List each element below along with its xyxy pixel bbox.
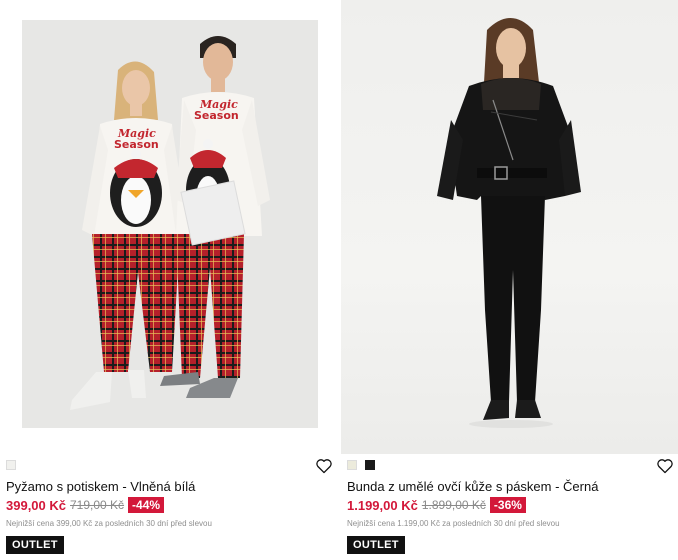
jacket-model-illustration — [437, 18, 581, 428]
color-swatch-white[interactable] — [6, 460, 16, 470]
product-card-jacket[interactable]: Bunda z umělé ovčí kůže s páskem - Černá… — [341, 0, 678, 560]
pajama-models-illustration: Magic Season Magic Season — [70, 36, 270, 410]
discount-badge: -44% — [128, 497, 165, 513]
color-swatches — [6, 460, 16, 470]
color-swatch-cream[interactable] — [347, 460, 357, 470]
lowest-price-note: Nejnižší cena 399,00 Kč za posledních 30… — [6, 519, 212, 528]
lowest-price-note: Nejnižší cena 1.199,00 Kč za posledních … — [347, 519, 560, 528]
product-card-pajamas[interactable]: Magic Season Magic Season Pyžamo s potis… — [0, 0, 339, 560]
original-price: 719,00 Kč — [70, 498, 125, 512]
color-swatch-black[interactable] — [365, 460, 375, 470]
outlet-badge: OUTLET — [6, 536, 64, 554]
heart-icon[interactable] — [656, 458, 674, 474]
heart-icon[interactable] — [315, 458, 333, 474]
product-image-pajamas[interactable]: Magic Season Magic Season — [0, 0, 339, 454]
product-image-jacket[interactable] — [341, 0, 678, 454]
current-price: 1.199,00 Kč — [347, 497, 418, 513]
product-name[interactable]: Pyžamo s potiskem - Vlněná bílá — [6, 479, 195, 494]
price-row: 1.199,00 Kč 1.899,00 Kč -36% — [347, 497, 526, 513]
outlet-badge: OUTLET — [347, 536, 405, 554]
current-price: 399,00 Kč — [6, 497, 66, 513]
discount-badge: -36% — [489, 497, 526, 513]
color-swatches — [347, 460, 375, 470]
product-name[interactable]: Bunda z umělé ovčí kůže s páskem - Černá — [347, 479, 598, 494]
print-text-season-right: Season — [194, 109, 239, 122]
original-price: 1.899,00 Kč — [421, 498, 486, 512]
price-row: 399,00 Kč 719,00 Kč -44% — [6, 497, 165, 513]
